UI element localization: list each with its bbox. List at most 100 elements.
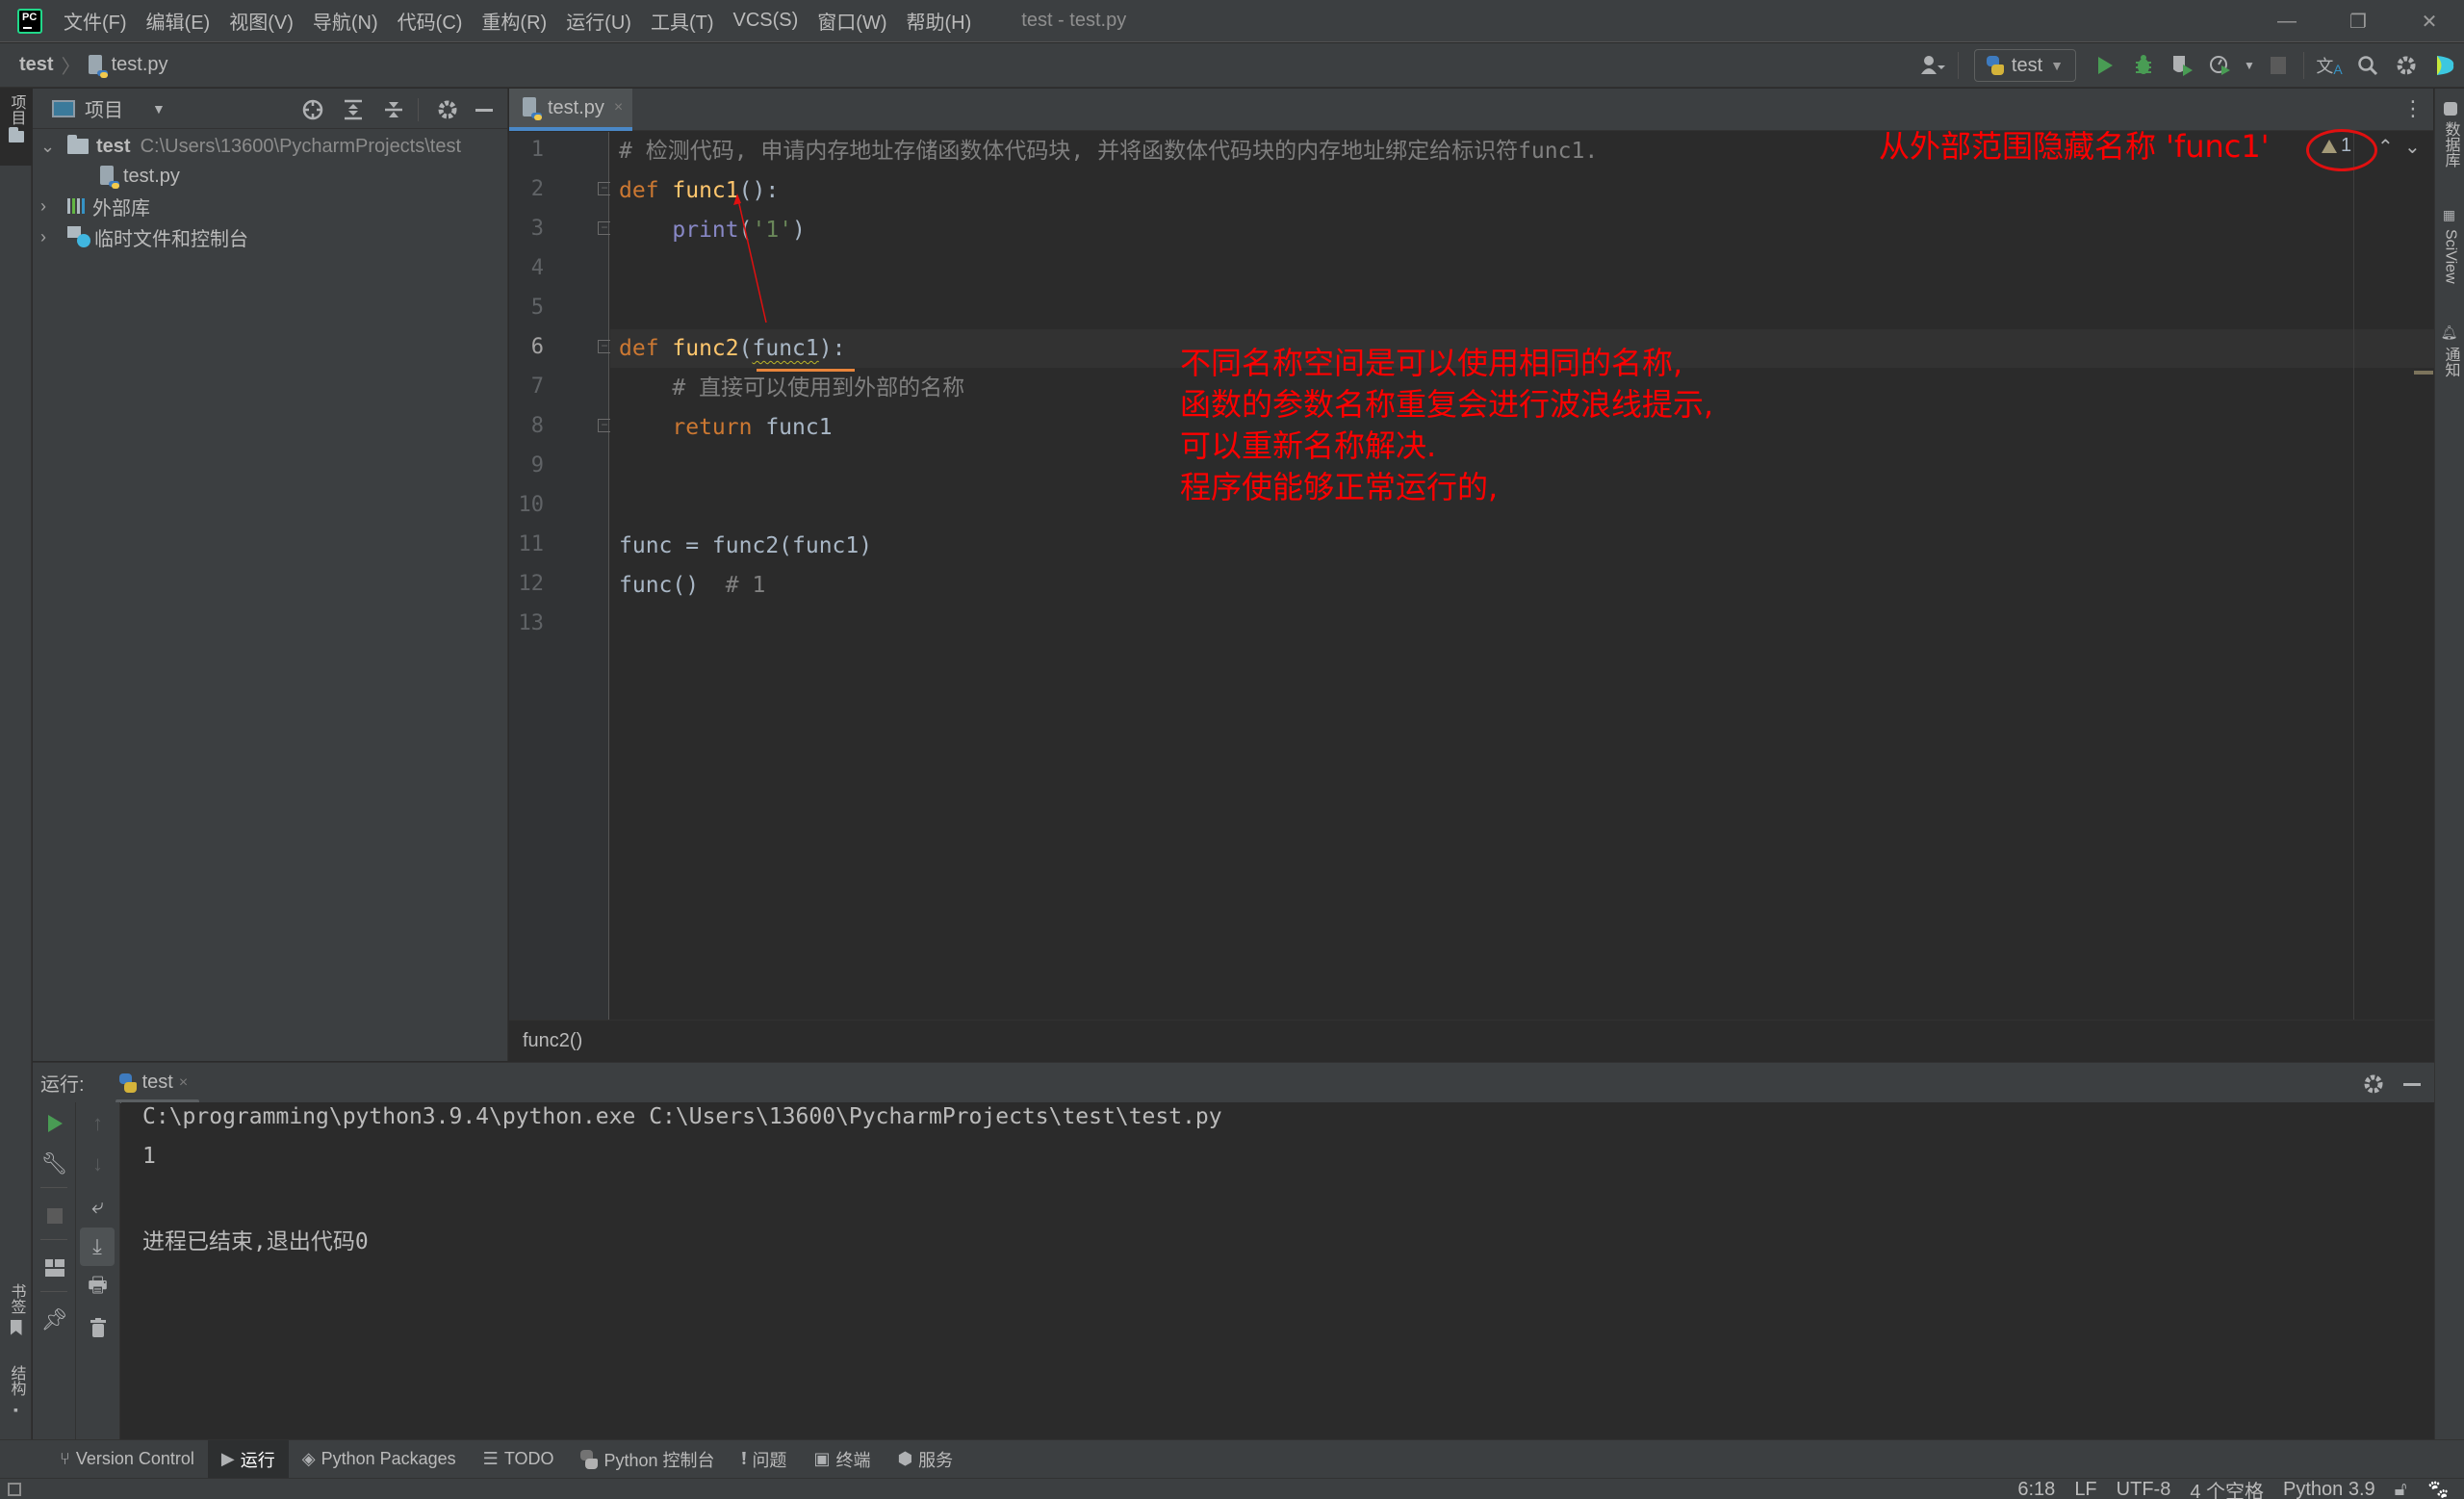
- next-highlight-icon[interactable]: ⌄: [2404, 135, 2421, 159]
- line-separator[interactable]: LF: [2074, 1479, 2096, 1499]
- structure-tool-button[interactable]: 结构 ▪: [0, 1359, 32, 1423]
- caret-position[interactable]: 6:18: [2017, 1479, 2055, 1499]
- debug-icon[interactable]: [2124, 46, 2163, 85]
- locate-icon[interactable]: [298, 96, 327, 123]
- user-icon[interactable]: [1913, 46, 1952, 85]
- toggle-tool-windows-icon[interactable]: [8, 1482, 21, 1496]
- soft-wrap-icon[interactable]: ⤶: [76, 1187, 119, 1226]
- stop-icon[interactable]: [2259, 46, 2297, 85]
- breadcrumb-project[interactable]: test: [19, 54, 54, 76]
- indent-setting[interactable]: 4 个空格: [2190, 1476, 2264, 1499]
- up-arrow-icon[interactable]: ↑: [76, 1104, 119, 1143]
- line-number: 12: [518, 572, 545, 596]
- run-configuration-dropdown[interactable]: test ▼: [1973, 49, 2076, 82]
- bookmarks-tool-button[interactable]: 书签: [0, 1278, 32, 1341]
- menu-code[interactable]: 代码(C): [398, 7, 463, 35]
- profile-icon[interactable]: [2201, 46, 2240, 85]
- minimize-button[interactable]: —: [2258, 0, 2316, 42]
- close-window-button[interactable]: ✕: [2400, 0, 2458, 42]
- hide-panel-icon[interactable]: [470, 96, 499, 123]
- warning-scroll-marker[interactable]: [2414, 371, 2433, 375]
- shadowed-parameter[interactable]: func1: [753, 336, 819, 361]
- warnings-indicator[interactable]: 1: [2322, 135, 2351, 157]
- code-line: func = func2(func1): [619, 533, 873, 558]
- print-icon[interactable]: 🖶︎: [76, 1268, 119, 1306]
- layout-icon[interactable]: [33, 1249, 76, 1287]
- menu-help[interactable]: 帮助(H): [907, 7, 972, 35]
- fold-end-icon[interactable]: −: [598, 419, 611, 432]
- problems-icon: ❗︎: [741, 1449, 747, 1468]
- settings-icon[interactable]: [2359, 1071, 2388, 1098]
- unlock-icon[interactable]: 🔓︎: [2395, 1479, 2407, 1499]
- menu-refactor[interactable]: 重构(R): [481, 7, 547, 35]
- menu-tools[interactable]: 工具(T): [651, 7, 714, 35]
- tool-python-console[interactable]: Python 控制台: [567, 1440, 728, 1479]
- menu-view[interactable]: 视图(V): [229, 7, 294, 35]
- chevron-right-icon[interactable]: ›: [40, 196, 58, 217]
- hide-panel-icon[interactable]: [2398, 1071, 2426, 1098]
- wrench-icon[interactable]: 🔧︎: [33, 1145, 76, 1183]
- breadcrumb-function[interactable]: func2(): [523, 1030, 582, 1052]
- fold-end-icon[interactable]: −: [598, 221, 611, 235]
- vcs-icon: ⑂: [60, 1449, 70, 1468]
- tab-test-py[interactable]: test.py ×: [509, 89, 633, 131]
- sciview-tool-button[interactable]: ▦ SciView: [2435, 204, 2464, 288]
- fold-icon[interactable]: −: [598, 340, 611, 353]
- tool-python-packages[interactable]: ◈ Python Packages: [289, 1440, 470, 1479]
- tool-problems[interactable]: ❗︎ 问题: [729, 1440, 801, 1479]
- code-editor[interactable]: # 检测代码, 申请内存地址存储函数体代码块, 并将函数体代码块的内存地址绑定给…: [610, 132, 2435, 1020]
- breadcrumb-file[interactable]: test.py: [112, 54, 168, 76]
- settings-icon[interactable]: [433, 96, 462, 123]
- project-tool-button[interactable]: 项目: [0, 89, 32, 166]
- run-tab-test[interactable]: test ×: [108, 1063, 200, 1103]
- stop-icon[interactable]: [33, 1197, 76, 1235]
- python-interpreter[interactable]: Python 3.9: [2283, 1479, 2375, 1499]
- fold-icon[interactable]: −: [598, 182, 611, 195]
- coverage-icon[interactable]: [2163, 46, 2201, 85]
- tree-item-file[interactable]: test.py: [100, 161, 180, 192]
- tree-item-scratches[interactable]: › 临时文件和控制台: [40, 221, 248, 252]
- plugin-icon[interactable]: [2426, 46, 2464, 85]
- console-output[interactable]: C:\programming\python3.9.4\python.exe C:…: [121, 1102, 2434, 1439]
- expand-all-icon[interactable]: [339, 96, 368, 123]
- chevron-right-icon[interactable]: ›: [40, 227, 58, 247]
- menu-run[interactable]: 运行(U): [566, 7, 631, 35]
- baidu-paw-icon[interactable]: 🐾︎: [2426, 1478, 2451, 1499]
- close-tab-icon[interactable]: ×: [179, 1074, 188, 1092]
- line-number: 10: [518, 493, 545, 517]
- file-encoding[interactable]: UTF-8: [2117, 1479, 2171, 1499]
- scroll-to-end-icon[interactable]: ⤓: [80, 1228, 115, 1266]
- more-options-icon[interactable]: ⋮: [2402, 96, 2424, 121]
- search-icon[interactable]: [2348, 46, 2387, 85]
- project-view-selector[interactable]: 项目: [85, 94, 123, 122]
- run-icon[interactable]: [2086, 46, 2124, 85]
- rerun-icon[interactable]: [33, 1104, 76, 1143]
- tool-todo[interactable]: ☰ TODO: [470, 1440, 568, 1479]
- down-arrow-icon[interactable]: ↓: [76, 1145, 119, 1183]
- line-number: 8: [530, 414, 544, 438]
- chevron-down-icon[interactable]: ▼: [2240, 46, 2259, 85]
- pin-icon[interactable]: 📌︎: [33, 1301, 76, 1339]
- tool-run[interactable]: ▶ 运行: [207, 1439, 289, 1479]
- database-tool-button[interactable]: 数据库: [2435, 98, 2464, 171]
- menu-vcs[interactable]: VCS(S): [733, 10, 799, 32]
- close-tab-icon[interactable]: ×: [614, 99, 623, 116]
- tool-version-control[interactable]: ⑂ Version Control: [46, 1440, 208, 1479]
- notifications-tool-button[interactable]: 🔔︎ 通知: [2435, 320, 2464, 381]
- chevron-down-icon[interactable]: ▼: [152, 101, 166, 116]
- tool-services[interactable]: ⬢ 服务: [884, 1440, 966, 1479]
- restore-button[interactable]: ❐: [2329, 0, 2387, 42]
- chevron-down-icon[interactable]: ⌄: [40, 137, 58, 157]
- translate-icon[interactable]: 文A: [2310, 46, 2348, 85]
- trash-icon[interactable]: [76, 1308, 119, 1347]
- collapse-all-icon[interactable]: [379, 96, 408, 123]
- tool-terminal[interactable]: ▣ 终端: [800, 1440, 884, 1479]
- settings-icon[interactable]: [2387, 46, 2426, 85]
- menu-file[interactable]: 文件(F): [64, 7, 127, 35]
- menu-window[interactable]: 窗口(W): [817, 7, 886, 35]
- previous-highlight-icon[interactable]: ⌃: [2377, 135, 2394, 159]
- tree-item-project-root[interactable]: ⌄ test C:\Users\13600\PycharmProjects\te…: [40, 131, 461, 162]
- tree-item-external-libraries[interactable]: › 外部库: [40, 191, 150, 221]
- menu-edit[interactable]: 编辑(E): [146, 7, 211, 35]
- menu-navigate[interactable]: 导航(N): [313, 7, 378, 35]
